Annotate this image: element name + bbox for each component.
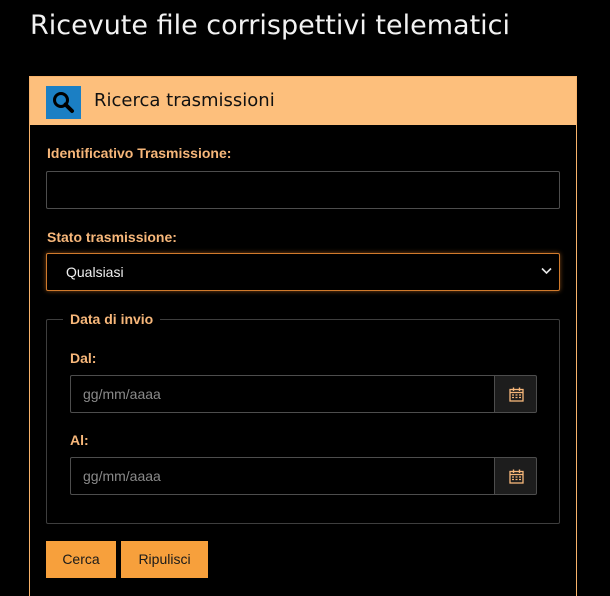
date-from-group: [70, 375, 537, 413]
calendar-icon: [509, 387, 524, 402]
date-to-input[interactable]: [70, 457, 495, 495]
transmission-status-label: Stato trasmissione:: [47, 229, 177, 245]
calendar-icon: [509, 469, 524, 484]
send-date-fieldset: Data di invio Dal: Al:: [46, 311, 560, 524]
page-title: Ricevute file corrispettivi telematici: [30, 10, 511, 41]
status-selected-value: Qualsiasi: [66, 264, 124, 280]
panel-header: Ricerca trasmissioni: [30, 77, 576, 125]
chevron-down-icon: [541, 267, 552, 275]
search-icon: [46, 86, 81, 119]
transmission-status-select[interactable]: Qualsiasi: [46, 253, 560, 291]
transmission-id-input[interactable]: [46, 171, 560, 209]
reset-button[interactable]: Ripulisci: [121, 541, 208, 578]
date-to-label: Al:: [70, 432, 89, 448]
panel-title: Ricerca trasmissioni: [94, 90, 275, 111]
date-from-calendar-button[interactable]: [494, 375, 537, 413]
search-panel: Ricerca trasmissioni Identificativo Tras…: [29, 76, 577, 596]
transmission-id-label: Identificativo Trasmissione:: [47, 145, 232, 161]
date-from-label: Dal:: [70, 350, 97, 366]
send-date-legend: Data di invio: [63, 311, 161, 327]
date-to-group: [70, 457, 537, 495]
search-button[interactable]: Cerca: [46, 541, 116, 578]
date-from-input[interactable]: [70, 375, 495, 413]
date-to-calendar-button[interactable]: [494, 457, 537, 495]
